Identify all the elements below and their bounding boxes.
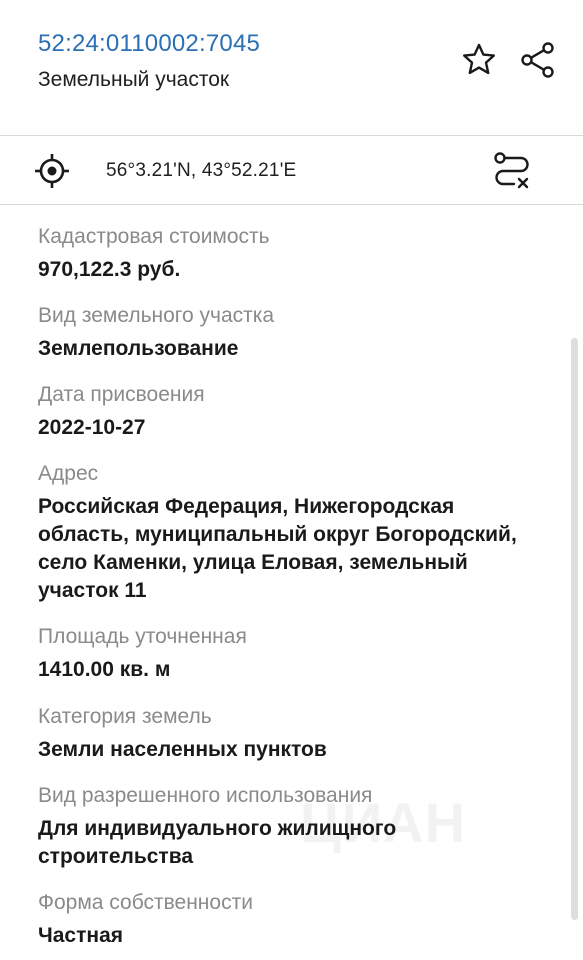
share-icon[interactable]	[518, 40, 558, 80]
field-label: Категория земель	[38, 705, 212, 728]
field-land-kind: Вид земельного участка Землепользование	[38, 303, 558, 363]
object-type: Земельный участок	[38, 68, 230, 91]
field-area: Площадь уточненная 1410.00 кв. м	[38, 624, 558, 684]
field-value: Землепользование	[38, 337, 239, 360]
field-value: 970,122.3 руб.	[38, 258, 181, 281]
field-ownership-form: Форма собственности Частная	[38, 890, 558, 950]
field-address: Адрес Российская Федерация, Нижегородска…	[38, 461, 550, 605]
field-value: Частная	[38, 924, 124, 947]
cadastral-number-link[interactable]: 52:24:0110002:7045	[38, 30, 260, 58]
field-label: Площадь уточненная	[38, 625, 247, 648]
field-assignment-date: Дата присвоения 2022-10-27	[38, 382, 558, 442]
watermark: ЦИАН	[300, 791, 467, 854]
field-label: Форма собственности	[38, 891, 253, 914]
crosshair-icon[interactable]	[32, 151, 72, 191]
cadastral-info-panel: 52:24:0110002:7045 Земельный участок 56°…	[0, 0, 583, 960]
field-land-category: Категория земель Земли населенных пункто…	[38, 704, 558, 764]
coordinates-text[interactable]: 56°3.21'N, 43°52.21'E	[106, 160, 296, 182]
field-label: Кадастровая стоимость	[38, 225, 270, 248]
scrollbar[interactable]	[571, 338, 578, 920]
star-icon[interactable]	[459, 40, 499, 80]
field-value: 2022-10-27	[38, 416, 146, 439]
field-value: Российская Федерация, Нижегородская обла…	[38, 495, 517, 602]
field-value: Земли населенных пунктов	[38, 738, 327, 761]
field-label: Дата присвоения	[38, 383, 205, 406]
field-value: 1410.00 кв. м	[38, 658, 171, 681]
field-label: Адрес	[38, 462, 99, 485]
route-icon[interactable]	[490, 149, 534, 193]
field-label: Вид земельного участка	[38, 304, 275, 327]
field-cadastral-value: Кадастровая стоимость 970,122.3 руб.	[38, 224, 558, 284]
